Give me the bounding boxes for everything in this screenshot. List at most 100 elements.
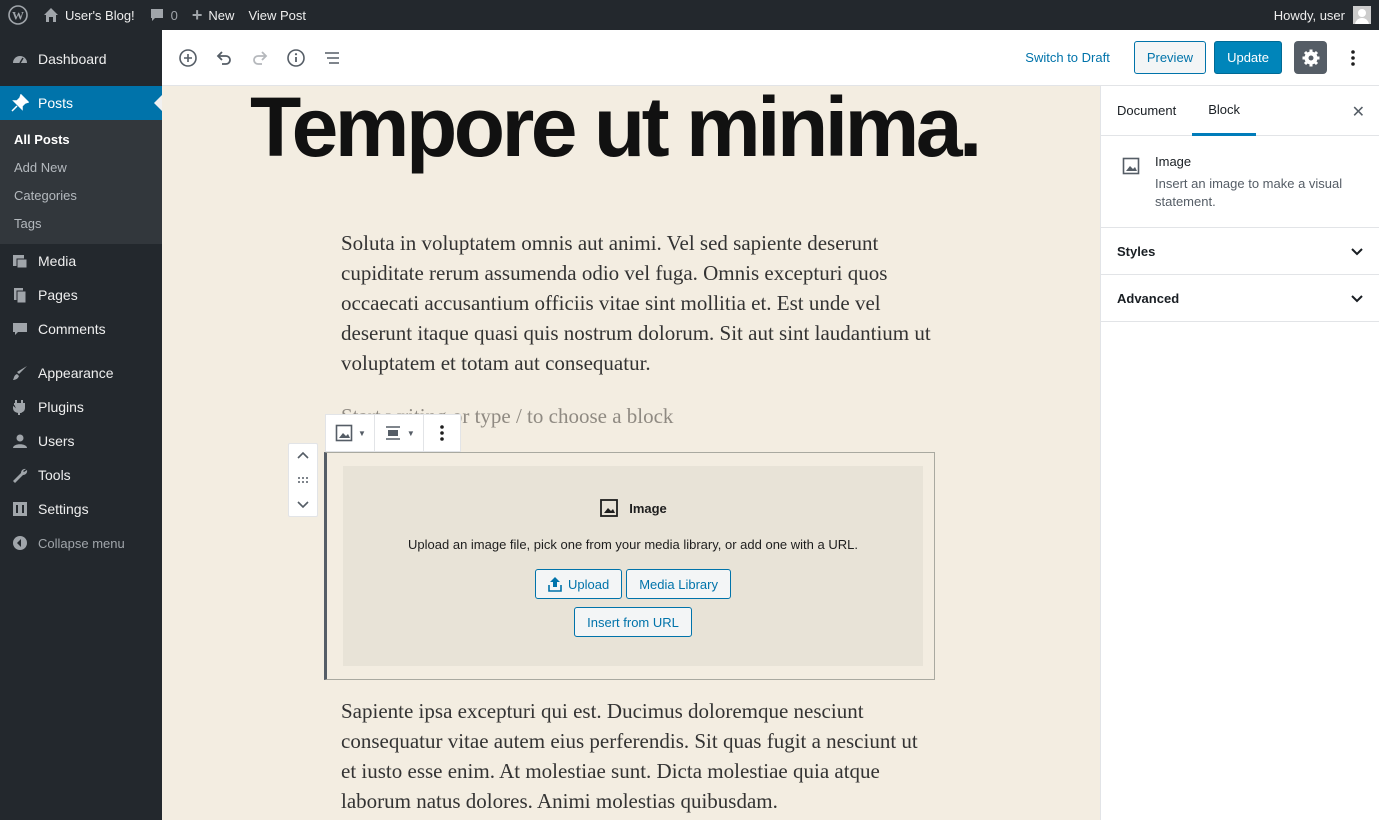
- redo-button[interactable]: [242, 40, 278, 76]
- menu-settings[interactable]: Settings: [0, 492, 162, 526]
- plugin-icon: [10, 397, 30, 417]
- image-icon: [599, 498, 619, 518]
- block-more-options-button[interactable]: [424, 415, 460, 451]
- preview-button[interactable]: Preview: [1133, 41, 1207, 74]
- more-options-button[interactable]: [1335, 40, 1371, 76]
- menu-dashboard[interactable]: Dashboard: [0, 42, 162, 76]
- block-mover: [288, 443, 318, 517]
- block-navigation-button[interactable]: [314, 40, 350, 76]
- panel-advanced-label: Advanced: [1117, 290, 1180, 306]
- menu-tools-label: Tools: [38, 467, 71, 483]
- undo-icon: [216, 50, 231, 65]
- post-title[interactable]: Tempore ut minima.: [250, 86, 982, 172]
- close-icon[interactable]: ✕: [1352, 102, 1365, 122]
- drag-handle-icon[interactable]: [295, 472, 311, 488]
- admin-bar: W User's Blog! 0 + New View Post Howdy, …: [0, 0, 1379, 30]
- block-toolbar: ▼ ▼: [325, 414, 461, 452]
- dashboard-gauge-icon: [10, 49, 30, 69]
- editor-canvas: Tempore ut minima. Soluta in voluptatem …: [162, 86, 1100, 820]
- insert-from-url-button[interactable]: Insert from URL: [574, 607, 692, 637]
- upload-icon: [548, 576, 562, 592]
- menu-comments[interactable]: Comments: [0, 312, 162, 346]
- comment-bubble-icon: [149, 7, 165, 23]
- new-content-link[interactable]: + New: [185, 0, 242, 30]
- menu-users[interactable]: Users: [0, 424, 162, 458]
- image-placeholder-instructions: Upload an image file, pick one from your…: [408, 537, 858, 552]
- menu-users-label: Users: [38, 433, 75, 449]
- block-card: Image Insert an image to make a visual s…: [1101, 136, 1379, 228]
- posts-submenu: All Posts Add New Categories Tags: [0, 120, 162, 244]
- menu-plugins[interactable]: Plugins: [0, 390, 162, 424]
- menu-settings-label: Settings: [38, 501, 89, 517]
- chevron-down-icon: [1351, 248, 1363, 256]
- add-block-icon: [179, 48, 197, 67]
- panel-styles-label: Styles: [1117, 243, 1156, 259]
- panel-styles[interactable]: Styles: [1101, 228, 1379, 275]
- wordpress-logo-icon[interactable]: W: [0, 0, 36, 30]
- paintbrush-icon: [10, 363, 30, 383]
- menu-tools[interactable]: Tools: [0, 458, 162, 492]
- settings-toggle-button[interactable]: [1294, 41, 1327, 74]
- howdy-user[interactable]: Howdy, user: [1274, 8, 1345, 23]
- block-switcher-button[interactable]: ▼: [326, 415, 375, 451]
- menu-posts[interactable]: Posts: [0, 86, 162, 120]
- add-block-button[interactable]: [170, 40, 206, 76]
- collapse-menu-label: Collapse menu: [38, 535, 125, 551]
- move-up-icon[interactable]: [295, 448, 311, 464]
- info-icon: [287, 48, 305, 67]
- panel-advanced[interactable]: Advanced: [1101, 275, 1379, 322]
- tab-block[interactable]: Block: [1192, 86, 1257, 136]
- image-icon: [1121, 156, 1141, 211]
- settings-sidebar: Document Block ✕ Image Insert an image t…: [1100, 86, 1379, 820]
- menu-appearance-label: Appearance: [38, 365, 114, 381]
- undo-button[interactable]: [206, 40, 242, 76]
- submenu-tags[interactable]: Tags: [0, 210, 162, 238]
- plus-icon: +: [191, 4, 203, 25]
- site-name-link[interactable]: User's Blog!: [36, 0, 142, 30]
- comments-link[interactable]: 0: [142, 0, 185, 30]
- paragraph-block[interactable]: Soluta in voluptatem omnis aut animi. Ve…: [341, 228, 931, 378]
- menu-media-label: Media: [38, 253, 77, 269]
- collapse-menu-button[interactable]: Collapse menu: [0, 526, 162, 560]
- update-button[interactable]: Update: [1214, 41, 1282, 74]
- tab-document[interactable]: Document: [1101, 86, 1192, 136]
- caret-down-icon: ▼: [406, 428, 415, 438]
- submenu-categories[interactable]: Categories: [0, 182, 162, 210]
- image-block[interactable]: Image Upload an image file, pick one fro…: [324, 452, 935, 680]
- avatar[interactable]: [1353, 6, 1371, 24]
- wrench-icon: [10, 465, 30, 485]
- view-post-link[interactable]: View Post: [241, 0, 313, 30]
- comments-count: 0: [170, 7, 178, 23]
- menu-plugins-label: Plugins: [38, 399, 84, 415]
- list-outline-icon: [324, 51, 339, 64]
- view-post-label: View Post: [248, 7, 307, 23]
- redo-icon: [253, 50, 268, 65]
- media-library-button[interactable]: Media Library: [626, 569, 731, 599]
- paragraph-block[interactable]: Sapiente ipsa excepturi qui est. Ducimus…: [341, 696, 931, 816]
- pages-icon: [10, 285, 30, 305]
- chevron-down-icon: [1351, 295, 1363, 303]
- align-center-icon: [385, 426, 400, 440]
- admin-menu: Dashboard Posts All Posts Add New Catego…: [0, 30, 162, 820]
- alignment-button[interactable]: ▼: [375, 415, 424, 451]
- switch-to-draft-button[interactable]: Switch to Draft: [1013, 41, 1122, 74]
- vertical-ellipsis-icon: [1351, 49, 1355, 66]
- menu-comments-label: Comments: [38, 321, 106, 337]
- submenu-all-posts[interactable]: All Posts: [0, 126, 162, 154]
- menu-dashboard-label: Dashboard: [38, 51, 107, 67]
- content-info-button[interactable]: [278, 40, 314, 76]
- menu-media[interactable]: Media: [0, 244, 162, 278]
- menu-pages-label: Pages: [38, 287, 78, 303]
- upload-button[interactable]: Upload: [535, 569, 623, 599]
- menu-posts-label: Posts: [38, 95, 74, 111]
- user-icon: [10, 431, 30, 451]
- media-icon: [10, 251, 30, 271]
- move-down-icon[interactable]: [295, 496, 311, 512]
- block-card-title: Image: [1155, 154, 1192, 169]
- menu-appearance[interactable]: Appearance: [0, 356, 162, 390]
- menu-pages[interactable]: Pages: [0, 278, 162, 312]
- image-placeholder-title: Image: [629, 500, 667, 516]
- submenu-add-new[interactable]: Add New: [0, 154, 162, 182]
- pushpin-icon: [10, 93, 30, 113]
- image-placeholder: Image Upload an image file, pick one fro…: [343, 466, 923, 666]
